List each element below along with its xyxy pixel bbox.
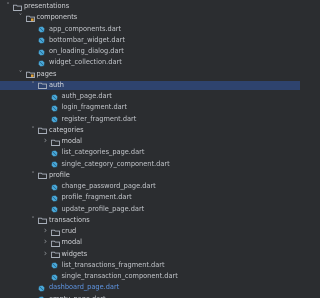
chevron-down-icon[interactable]: ˅ <box>29 216 37 226</box>
file-name: register_fragment.dart <box>61 114 137 123</box>
folder-name: transactions <box>49 215 90 224</box>
tree-file-row[interactable]: list_categories_page.dart <box>0 148 300 158</box>
chevron-down-icon[interactable]: ˅ <box>4 2 12 12</box>
tree-file-row[interactable]: dashboard_page.dart <box>0 283 300 293</box>
file-name: empty_page.dart <box>49 295 106 298</box>
file-name: on_loading_dialog.dart <box>49 47 124 55</box>
file-name: single_category_component.dart <box>61 159 170 168</box>
tree-folder-row[interactable]: › modal <box>0 238 300 248</box>
tree-folder-row[interactable]: ˅ presentations <box>0 2 300 12</box>
tree-folder-row[interactable]: › widgets <box>0 249 300 260</box>
folder-name: categories <box>49 125 84 134</box>
chevron-right-icon[interactable]: › <box>42 136 50 147</box>
file-name: login_fragment.dart <box>61 103 127 112</box>
chevron-down-icon[interactable]: ˅ <box>29 81 37 91</box>
tree-file-row[interactable]: empty_page.dart <box>0 295 300 298</box>
tree-folder-row[interactable]: › crud <box>0 226 300 237</box>
folder-name: presentations <box>24 2 70 10</box>
tree-file-row[interactable]: profile_fragment.dart <box>0 193 300 203</box>
tree-file-row[interactable]: app_components.dart <box>0 25 300 35</box>
chevron-down-icon[interactable]: ˅ <box>17 70 25 80</box>
chevron-down-icon[interactable]: ˅ <box>29 126 37 136</box>
tree-file-row[interactable]: update_profile_page.dart <box>0 205 300 215</box>
tree-file-row[interactable]: list_transactions_fragment.dart <box>0 261 300 271</box>
file-name: update_profile_page.dart <box>61 204 145 213</box>
chevron-right-icon[interactable]: › <box>42 226 50 237</box>
folder-name: profile <box>49 170 70 179</box>
file-name: dashboard_page.dart <box>49 283 120 292</box>
file-name: bottombar_widget.dart <box>49 35 125 44</box>
chevron-right-icon[interactable]: › <box>42 249 50 260</box>
chevron-down-icon[interactable]: ˅ <box>17 13 25 23</box>
file-name: list_categories_page.dart <box>61 148 145 157</box>
tree-folder-row[interactable]: ˅ categories <box>0 126 300 136</box>
tree-folder-row[interactable]: ˅ transactions <box>0 216 300 226</box>
tree-folder-row[interactable]: ˅ pages <box>0 70 300 80</box>
tree-file-row[interactable]: auth_page.dart <box>0 92 300 102</box>
tree-file-row[interactable]: widget_collection.dart <box>0 58 300 68</box>
tree-file-row[interactable]: register_fragment.dart <box>0 115 300 125</box>
tree-folder-row[interactable]: ˅ profile <box>0 171 300 181</box>
tree-file-row[interactable]: on_loading_dialog.dart <box>0 47 300 57</box>
file-name: auth_page.dart <box>61 92 112 100</box>
file-name: widget_collection.dart <box>49 58 122 67</box>
tree-file-row[interactable]: single_category_component.dart <box>0 160 300 170</box>
tree-file-row[interactable]: bottombar_widget.dart <box>0 36 300 46</box>
folder-name: components <box>36 13 78 22</box>
tree-folder-row[interactable]: ˅ auth <box>0 80 300 91</box>
folder-name: widgets <box>61 249 88 258</box>
folder-name: modal <box>61 137 83 145</box>
folder-name: auth <box>49 80 64 89</box>
file-name: app_components.dart <box>49 24 122 33</box>
file-name: list_transactions_fragment.dart <box>61 260 165 269</box>
tree-file-row[interactable]: single_transaction_component.dart <box>0 272 300 282</box>
chevron-right-icon[interactable]: › <box>42 238 50 248</box>
folder-name: modal <box>61 238 83 247</box>
chevron-down-icon[interactable]: ˅ <box>29 171 37 181</box>
project-file-tree: ˅ presentations ˅ components app_components.… <box>0 0 300 298</box>
folder-name: pages <box>36 69 57 78</box>
folder-name: crud <box>61 227 77 235</box>
file-name: change_password_page.dart <box>61 182 156 190</box>
tree-folder-row[interactable]: ˅ components <box>0 13 300 23</box>
tree-file-row[interactable]: login_fragment.dart <box>0 103 300 113</box>
tree-folder-row[interactable]: › modal <box>0 136 300 147</box>
file-name: profile_fragment.dart <box>61 193 132 202</box>
tree-file-row[interactable]: change_password_page.dart <box>0 182 300 192</box>
file-name: single_transaction_component.dart <box>61 272 178 280</box>
